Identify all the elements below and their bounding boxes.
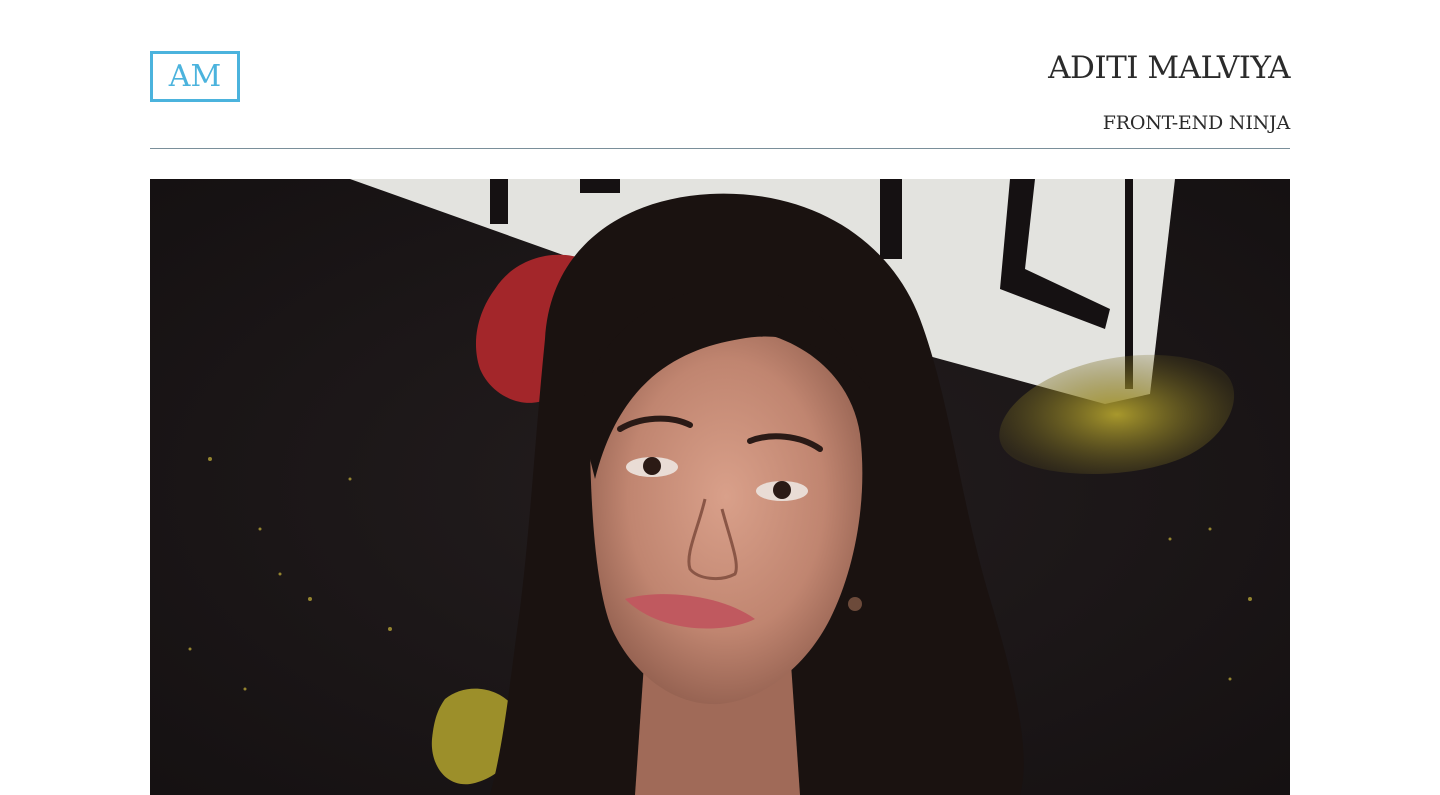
- hero-image: [150, 179, 1290, 795]
- paint-stroke: [490, 179, 508, 224]
- logo-text: AM: [168, 58, 222, 94]
- pupil-left: [643, 457, 661, 475]
- portrait-photo: [150, 179, 1290, 795]
- logo-link[interactable]: AM: [150, 51, 240, 102]
- site-subtitle: FRONT-END NINJA: [1102, 112, 1290, 134]
- paint-stroke: [880, 179, 902, 259]
- pupil-right: [773, 481, 791, 499]
- earring: [848, 597, 862, 611]
- site-title: ADITI MALVIYA: [1048, 50, 1290, 86]
- site-header: AM ADITI MALVIYA FRONT-END NINJA: [150, 0, 1290, 149]
- paint-stroke: [580, 179, 620, 193]
